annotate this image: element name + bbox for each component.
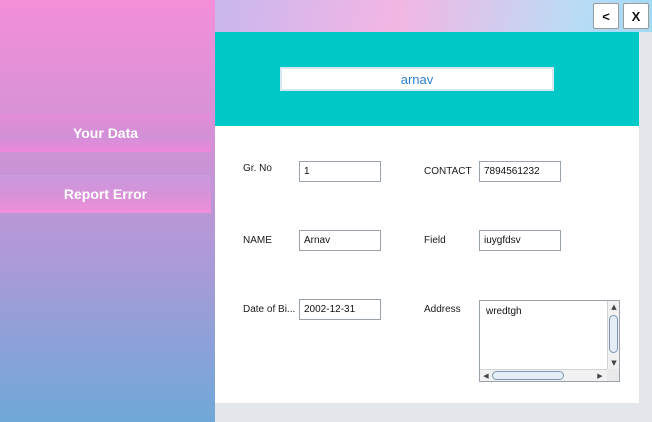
address-textarea[interactable]: wredtgh ▲ ▼ ◀ ▶ [479, 300, 620, 382]
contact-label: CONTACT [424, 166, 472, 177]
name-value: Arnav [304, 235, 331, 246]
back-icon: < [602, 8, 610, 24]
scroll-down-icon[interactable]: ▼ [609, 358, 619, 368]
sidebar-item-label: Report Error [63, 186, 148, 202]
vertical-scroll-thumb[interactable] [609, 315, 618, 353]
contact-value: 7894561232 [484, 166, 540, 177]
close-button[interactable]: X [623, 3, 649, 29]
field-field[interactable]: iuygfdsv [479, 230, 561, 251]
panel-right-border [639, 32, 652, 403]
sidebar-item-your-data[interactable]: Your Data [0, 114, 211, 152]
gr-no-label: Gr. No [243, 163, 272, 174]
data-panel: arnav Gr. No 1 NAME Arnav Date of Bi... … [215, 32, 639, 403]
panel-header: arnav [215, 32, 639, 126]
scroll-right-icon[interactable]: ▶ [595, 371, 605, 381]
vertical-scrollbar[interactable]: ▲ ▼ [607, 301, 619, 369]
gr-no-value: 1 [304, 166, 310, 177]
gr-no-field[interactable]: 1 [299, 161, 381, 182]
scroll-up-icon[interactable]: ▲ [609, 302, 619, 312]
sidebar: Your Data Report Error [0, 0, 215, 422]
name-display-text: arnav [400, 71, 434, 87]
name-field[interactable]: Arnav [299, 230, 381, 251]
name-display-field[interactable]: arnav [280, 67, 554, 91]
scroll-left-icon[interactable]: ◀ [481, 371, 491, 381]
dob-value: 2002-12-31 [304, 304, 356, 315]
field-label: Field [424, 235, 446, 246]
scroll-corner [607, 369, 619, 381]
horizontal-scrollbar[interactable]: ◀ ▶ [480, 369, 608, 381]
contact-field[interactable]: 7894561232 [479, 161, 561, 182]
sidebar-item-report-error[interactable]: Report Error [0, 175, 211, 213]
name-label: NAME [243, 235, 272, 246]
address-label: Address [424, 304, 461, 315]
dob-field[interactable]: 2002-12-31 [299, 299, 381, 320]
panel-bottom-border [215, 403, 652, 422]
sidebar-item-label: Your Data [72, 125, 139, 141]
field-value: iuygfdsv [484, 235, 521, 246]
dob-label: Date of Bi... [243, 304, 296, 315]
horizontal-scroll-thumb[interactable] [492, 371, 564, 380]
address-value: wredtgh [486, 306, 522, 317]
back-button[interactable]: < [593, 3, 619, 29]
close-icon: X [631, 8, 641, 24]
